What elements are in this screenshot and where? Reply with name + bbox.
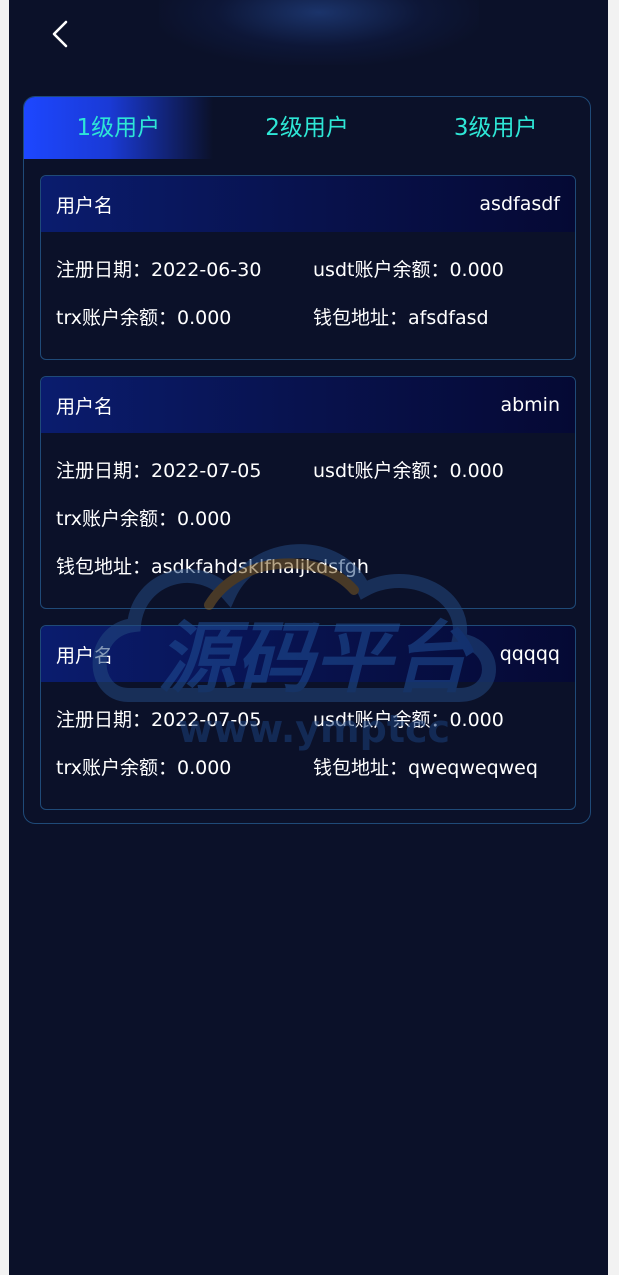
usdt-balance: usdt账户余额：0.000 bbox=[313, 258, 504, 281]
tab-level-3[interactable]: 3级用户 bbox=[401, 97, 590, 159]
trx-balance: trx账户余额：0.000 bbox=[56, 756, 232, 779]
tab-level-2[interactable]: 2级用户 bbox=[213, 97, 402, 159]
username-label: 用户名 bbox=[56, 395, 114, 418]
usdt-balance: usdt账户余额：0.000 bbox=[313, 459, 504, 482]
user-card-body: 注册日期：2022-07-05 usdt账户余额：0.000 trx账户余额：0… bbox=[41, 433, 575, 589]
user-card: 用户名 qqqqq 注册日期：2022-07-05 usdt账户余额：0.000… bbox=[40, 625, 576, 810]
user-card-header: 用户名 asdfasdf bbox=[41, 176, 575, 232]
username-value: qqqqq bbox=[499, 643, 560, 665]
header-glow bbox=[159, 0, 479, 65]
register-date: 注册日期：2022-07-05 bbox=[56, 459, 262, 482]
wallet-address: 钱包地址：afsdfasd bbox=[313, 306, 489, 329]
username-value: abmin bbox=[500, 394, 560, 416]
wallet-address: 钱包地址：asdkfahdsklfhaljkdsfgh bbox=[56, 555, 369, 578]
referral-panel: 1级用户 2级用户 3级用户 用户名 asdfasdf 注册日期：2022-06… bbox=[23, 96, 591, 824]
user-card-header: 用户名 qqqqq bbox=[41, 626, 575, 682]
usdt-balance: usdt账户余额：0.000 bbox=[313, 708, 504, 731]
username-value: asdfasdf bbox=[479, 193, 560, 215]
level-tabs: 1级用户 2级用户 3级用户 bbox=[24, 97, 590, 159]
screen: 1级用户 2级用户 3级用户 用户名 asdfasdf 注册日期：2022-06… bbox=[9, 0, 608, 1275]
username-label: 用户名 bbox=[56, 644, 114, 667]
chevron-left-icon bbox=[52, 20, 68, 48]
user-card-body: 注册日期：2022-07-05 usdt账户余额：0.000 trx账户余额：0… bbox=[41, 682, 575, 790]
register-date: 注册日期：2022-06-30 bbox=[56, 258, 262, 281]
trx-balance: trx账户余额：0.000 bbox=[56, 306, 232, 329]
trx-balance: trx账户余额：0.000 bbox=[56, 507, 232, 530]
user-card: 用户名 abmin 注册日期：2022-07-05 usdt账户余额：0.000… bbox=[40, 376, 576, 609]
user-card-header: 用户名 abmin bbox=[41, 377, 575, 433]
wallet-address: 钱包地址：qweqweqweq bbox=[313, 756, 538, 779]
user-card-body: 注册日期：2022-06-30 usdt账户余额：0.000 trx账户余额：0… bbox=[41, 232, 575, 340]
tab-level-1[interactable]: 1级用户 bbox=[24, 97, 213, 159]
register-date: 注册日期：2022-07-05 bbox=[56, 708, 262, 731]
back-button[interactable] bbox=[43, 16, 79, 52]
user-card: 用户名 asdfasdf 注册日期：2022-06-30 usdt账户余额：0.… bbox=[40, 175, 576, 360]
username-label: 用户名 bbox=[56, 194, 114, 217]
